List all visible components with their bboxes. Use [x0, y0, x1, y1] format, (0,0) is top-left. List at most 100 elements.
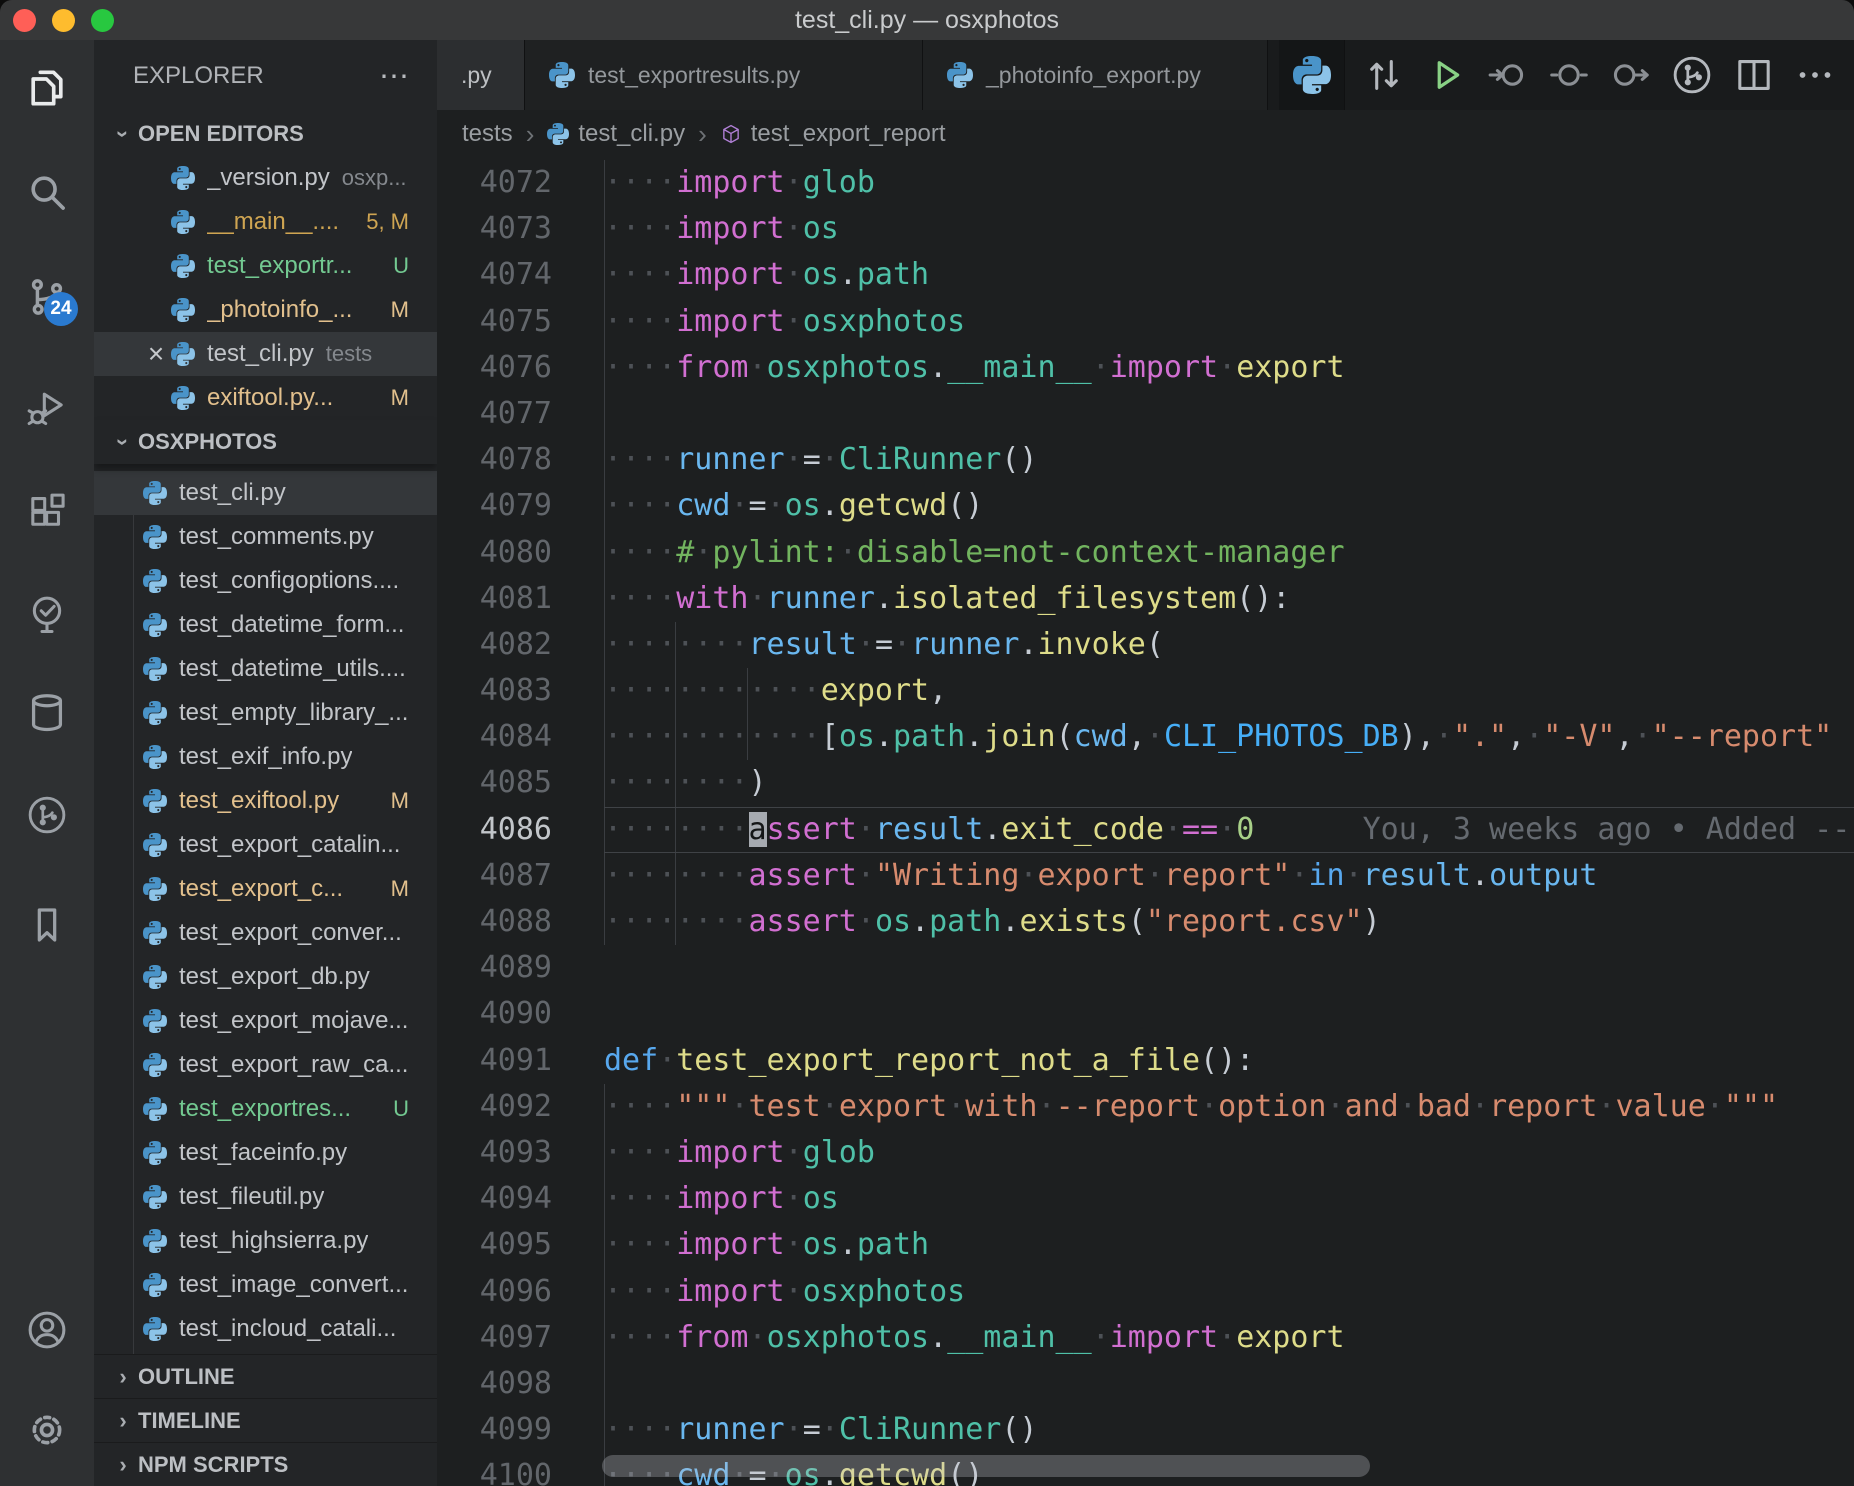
- line-number[interactable]: 4083: [437, 668, 552, 714]
- line-number[interactable]: 4096: [437, 1269, 552, 1315]
- settings-gear-icon[interactable]: [24, 1407, 70, 1453]
- line-number[interactable]: 4081: [437, 576, 552, 622]
- tree-item-test-incloud-catali[interactable]: test_incloud_catali...: [94, 1307, 437, 1351]
- code-line-4088[interactable]: 4088 ········assert·os.path.exists("repor…: [437, 899, 1854, 945]
- code-content[interactable]: ····"""·test·export·with·--report·option…: [604, 1084, 1854, 1130]
- code-line-4085[interactable]: 4085········): [437, 760, 1854, 806]
- section-header-timeline[interactable]: ›TIMELINE: [94, 1398, 437, 1442]
- section-header-npm-scripts[interactable]: ›NPM SCRIPTS: [94, 1442, 437, 1486]
- code-content[interactable]: def·test_export_report_not_a_file():: [604, 1038, 1854, 1084]
- line-number[interactable]: 4087: [437, 853, 552, 899]
- tree-item-test-fileutil-py[interactable]: test_fileutil.py: [94, 1175, 437, 1219]
- code-content[interactable]: ····runner·=·CliRunner(): [604, 437, 1854, 483]
- code-line-4073[interactable]: 4073····import·os: [437, 206, 1854, 252]
- code-content[interactable]: ········result·=·runner.invoke(: [604, 622, 1854, 668]
- tab-py[interactable]: .py: [437, 40, 525, 110]
- tree-item-test-exif-info-py[interactable]: test_exif_info.py: [94, 735, 437, 779]
- zoom-window-button[interactable]: [91, 9, 114, 32]
- tab-test_exportresults-py[interactable]: test_exportresults.py: [525, 40, 923, 110]
- line-number[interactable]: 4097: [437, 1315, 552, 1361]
- code-content[interactable]: ····cwd·=·os.getcwd(): [604, 483, 1854, 529]
- line-number[interactable]: 4079: [437, 483, 552, 529]
- breadcrumb-item-tests[interactable]: tests: [462, 120, 513, 148]
- project-section-header[interactable]: › OSXPHOTOS: [94, 420, 437, 464]
- code-line-4082[interactable]: 4082········result·=·runner.invoke(: [437, 622, 1854, 668]
- bookmarks-icon[interactable]: [24, 902, 70, 948]
- code-content[interactable]: [604, 1361, 1854, 1407]
- code-content[interactable]: [604, 991, 1854, 1037]
- git-graph-icon[interactable]: [1669, 52, 1715, 98]
- line-number[interactable]: 4085: [437, 760, 552, 806]
- line-number[interactable]: 4076: [437, 345, 552, 391]
- code-line-4097[interactable]: 4097····from·osxphotos.__main__·import·e…: [437, 1315, 1854, 1361]
- tree-item-test-export-c[interactable]: test_export_c...M: [94, 867, 437, 911]
- minimize-window-button[interactable]: [52, 9, 75, 32]
- more-actions-icon[interactable]: [1792, 52, 1838, 98]
- code-content[interactable]: ····with·runner.isolated_filesystem():: [604, 576, 1854, 622]
- tree-item-test-datetime-form[interactable]: test_datetime_form...: [94, 603, 437, 647]
- testing-icon[interactable]: [24, 592, 70, 638]
- open-editor-item[interactable]: _photoinfo_...M: [94, 288, 437, 332]
- line-number[interactable]: 4091: [437, 1038, 552, 1084]
- code-line-4090[interactable]: 4090: [437, 991, 1854, 1037]
- line-number[interactable]: 4093: [437, 1130, 552, 1176]
- views-and-more-actions-icon[interactable]: ⋯: [379, 59, 411, 94]
- circle-dash-icon[interactable]: [1546, 52, 1592, 98]
- code-line-4091[interactable]: 4091 def·test_export_report_not_a_file():: [437, 1038, 1854, 1084]
- line-number[interactable]: 4075: [437, 299, 552, 345]
- code-content[interactable]: ····from·osxphotos.__main__·import·expor…: [604, 345, 1854, 391]
- breadcrumb-item-test-cli-py[interactable]: test_cli.py: [547, 120, 685, 148]
- code-content[interactable]: ····import·glob: [604, 1130, 1854, 1176]
- code-content[interactable]: ············export,: [604, 668, 1854, 714]
- open-editors-header[interactable]: › OPEN EDITORS: [94, 112, 437, 156]
- circle-arrow-right-icon[interactable]: [1607, 52, 1653, 98]
- code-line-4072[interactable]: 4072 ····import·glob: [437, 160, 1854, 206]
- close-window-button[interactable]: [13, 9, 36, 32]
- section-header-outline[interactable]: ›OUTLINE: [94, 1354, 437, 1398]
- tree-item-test-highsierra-py[interactable]: test_highsierra.py: [94, 1219, 437, 1263]
- line-number[interactable]: 4088: [437, 899, 552, 945]
- split-editor-icon[interactable]: [1731, 52, 1777, 98]
- code-line-4098[interactable]: 4098: [437, 1361, 1854, 1407]
- open-editor-item[interactable]: _version.pyosxp...: [94, 156, 437, 200]
- line-number[interactable]: 4072: [437, 160, 552, 206]
- code-content[interactable]: ············[os.path.join(cwd,·CLI_PHOTO…: [604, 714, 1854, 760]
- tree-item-test-datetime-utils[interactable]: test_datetime_utils....: [94, 647, 437, 691]
- tree-item-test-empty-library[interactable]: test_empty_library_...: [94, 691, 437, 735]
- code-line-4092[interactable]: 4092 ····"""·test·export·with·--report·op…: [437, 1084, 1854, 1130]
- code-line-4086[interactable]: 4086 ········assert·result.exit_code·==·0…: [437, 807, 1854, 853]
- code-line-4099[interactable]: 4099 ····runner·=·CliRunner(): [437, 1407, 1854, 1453]
- code-content[interactable]: [604, 391, 1854, 437]
- line-number[interactable]: 4084: [437, 714, 552, 760]
- line-number[interactable]: 4090: [437, 991, 552, 1037]
- tab-_photoinfo_export-py[interactable]: _photoinfo_export.py: [923, 40, 1268, 110]
- line-number[interactable]: 4080: [437, 530, 552, 576]
- tree-item-test-configoptions[interactable]: test_configoptions....: [94, 559, 437, 603]
- code-content[interactable]: ····#·pylint:·disable=not-context-manage…: [604, 530, 1854, 576]
- line-number[interactable]: 4086: [437, 807, 552, 853]
- tree-item-test-exiftool-py[interactable]: test_exiftool.pyM: [94, 779, 437, 823]
- line-number[interactable]: 4092: [437, 1084, 552, 1130]
- explorer-icon[interactable]: [24, 65, 70, 111]
- tree-item-test-export-conver[interactable]: test_export_conver...: [94, 911, 437, 955]
- code-line-4080[interactable]: 4080 ····#·pylint:·disable=not-context-ma…: [437, 530, 1854, 576]
- code-content[interactable]: ····import·os.path: [604, 1222, 1854, 1268]
- line-number[interactable]: 4094: [437, 1176, 552, 1222]
- open-editor-item[interactable]: exiftool.py...M: [94, 376, 437, 420]
- line-number[interactable]: 4089: [437, 945, 552, 991]
- extensions-icon[interactable]: [24, 489, 70, 535]
- code-content[interactable]: ····runner·=·CliRunner(): [604, 1407, 1854, 1453]
- code-content[interactable]: ····import·glob: [604, 160, 1854, 206]
- code-content[interactable]: ········assert·os.path.exists("report.cs…: [604, 899, 1854, 945]
- code-content[interactable]: ········assert·result.exit_code·==·0 You…: [604, 807, 1854, 853]
- source-control-icon[interactable]: 24: [24, 274, 70, 320]
- search-icon[interactable]: [24, 169, 70, 215]
- line-number[interactable]: 4099: [437, 1407, 552, 1453]
- tree-item-test-cli-py[interactable]: test_cli.py: [94, 471, 437, 515]
- breadcrumb-item-test-export-report[interactable]: test_export_report: [720, 120, 946, 148]
- code-content[interactable]: ····import·os: [604, 1176, 1854, 1222]
- line-number[interactable]: 4098: [437, 1361, 552, 1407]
- code-content[interactable]: ····import·os: [604, 206, 1854, 252]
- code-line-4087[interactable]: 4087········assert·"Writing·export·repor…: [437, 853, 1854, 899]
- tree-item-test-export-mojave[interactable]: test_export_mojave...: [94, 999, 437, 1043]
